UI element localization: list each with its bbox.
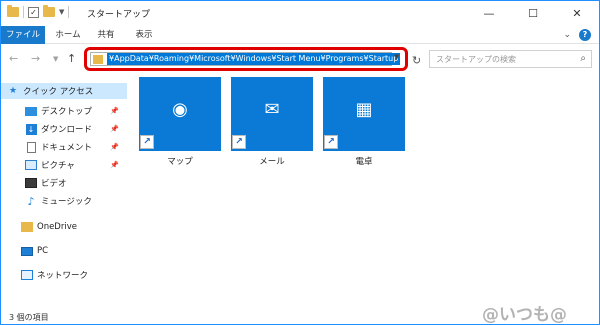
video-icon [25, 178, 37, 189]
ribbon-tabs: ファイル ホーム 共有 表示 ⌄ ? [1, 26, 599, 44]
sidebar-item-network[interactable]: ネットワーク [1, 267, 127, 283]
customize-toolbar-chevron-icon[interactable]: ▼ [59, 8, 64, 16]
sidebar-item-label: クイック アクセス [23, 87, 94, 97]
close-button[interactable]: ✕ [555, 1, 599, 26]
pin-icon[interactable]: 📌 [110, 107, 119, 115]
picture-icon [25, 160, 37, 171]
expand-ribbon-chevron-icon[interactable]: ⌄ [563, 30, 571, 40]
sidebar-item-pc[interactable]: PC [1, 243, 127, 259]
shortcut-arrow-icon: ↗ [232, 135, 246, 149]
sidebar-item-label: ドキュメント [41, 143, 93, 153]
sidebar-item-label: ミュージック [41, 197, 92, 207]
calculator-icon: ▦ [355, 99, 373, 120]
tile[interactable]: ◉ ↗ [139, 77, 221, 151]
pin-icon[interactable]: 📌 [110, 125, 119, 133]
file-name: メール [259, 157, 285, 167]
network-icon [21, 270, 33, 281]
sidebar-item-pictures[interactable]: ピクチャ 📌 [1, 157, 127, 173]
shortcut-arrow-icon: ↗ [324, 135, 338, 149]
search-placeholder: スタートアップの検索 [436, 55, 516, 64]
sidebar-item-quick-access[interactable]: ★ クイック アクセス [1, 83, 127, 99]
file-name: マップ [167, 157, 193, 167]
sidebar-item-desktop[interactable]: デスクトップ 📌 [1, 103, 127, 119]
search-icon: ⌕ [580, 53, 586, 64]
minimize-button[interactable]: — [467, 1, 511, 26]
file-list: ◉ ↗ マップ ✉ ↗ メール ▦ ↗ 電卓 [127, 74, 599, 304]
pc-icon [21, 246, 33, 257]
address-path-text[interactable]: ¥AppData¥Roaming¥Microsoft¥Windows¥Start… [107, 53, 401, 65]
item-count: 3 個の項目 [9, 313, 49, 322]
sidebar-item-onedrive[interactable]: OneDrive [1, 219, 127, 235]
onedrive-folder-icon [21, 222, 33, 233]
sidebar-item-downloads[interactable]: ↓ ダウンロード 📌 [1, 121, 127, 137]
navigation-pane: ★ クイック アクセス デスクトップ 📌 ↓ ダウンロード 📌 ドキュメント 📌… [1, 79, 127, 304]
back-arrow-icon[interactable]: ← [9, 52, 18, 65]
folder-icon [93, 55, 103, 64]
address-bar[interactable]: ¥AppData¥Roaming¥Microsoft¥Windows¥Start… [90, 52, 401, 66]
pin-icon[interactable]: 📌 [110, 161, 119, 169]
explorer-window: ✓ ▼ スタートアップ — ☐ ✕ ファイル ホーム 共有 表示 ⌄ ? ← →… [0, 0, 600, 325]
ribbon-controls: ⌄ ? [563, 29, 591, 41]
sidebar-item-label: ピクチャ [41, 161, 75, 171]
tab-file[interactable]: ファイル [1, 26, 45, 44]
tile[interactable]: ▦ ↗ [323, 77, 405, 151]
download-icon: ↓ [25, 123, 37, 135]
sidebar-item-label: OneDrive [37, 222, 77, 232]
shortcut-arrow-icon: ↗ [140, 135, 154, 149]
desktop-icon [25, 106, 37, 117]
sidebar-item-documents[interactable]: ドキュメント 📌 [1, 139, 127, 155]
refresh-icon[interactable]: ↻ [412, 54, 421, 67]
sidebar-item-label: ダウンロード [41, 125, 93, 135]
star-icon: ★ [8, 86, 18, 96]
sidebar-item-label: デスクトップ [41, 107, 93, 117]
window-controls: — ☐ ✕ [467, 1, 599, 26]
address-bar-highlight: ¥AppData¥Roaming¥Microsoft¥Windows¥Start… [84, 47, 408, 71]
map-pin-icon: ◉ [172, 99, 188, 120]
navigation-bar: ← → ▼ ↑ ¥AppData¥Roaming¥Microsoft¥Windo… [1, 44, 599, 74]
quick-access-toolbar: ✓ ▼ [7, 5, 70, 18]
sidebar-item-label: ネットワーク [37, 271, 89, 281]
watermark: @いつも@ [482, 305, 567, 325]
help-icon[interactable]: ? [579, 29, 591, 41]
recent-locations-chevron-icon[interactable]: ▼ [53, 55, 58, 63]
properties-icon[interactable]: ✓ [28, 6, 39, 18]
new-folder-icon[interactable] [43, 5, 55, 17]
title-bar: ✓ ▼ スタートアップ — ☐ ✕ [1, 1, 599, 26]
sidebar-item-music[interactable]: ♪ ミュージック [1, 193, 127, 209]
search-box[interactable]: スタートアップの検索 ⌕ [429, 50, 592, 68]
music-icon: ♪ [27, 194, 35, 208]
tab-view[interactable]: 表示 [129, 26, 159, 44]
sidebar-item-label: ビデオ [41, 179, 67, 189]
sidebar-item-label: PC [37, 246, 49, 256]
maximize-button[interactable]: ☐ [511, 1, 555, 26]
divider [23, 6, 24, 18]
sidebar-item-videos[interactable]: ビデオ [1, 175, 127, 191]
tab-home[interactable]: ホーム [51, 26, 85, 44]
up-arrow-icon[interactable]: ↑ [67, 52, 76, 65]
divider [68, 6, 70, 18]
document-icon [25, 141, 37, 153]
tab-share[interactable]: 共有 [91, 26, 121, 44]
folder-icon [7, 5, 19, 17]
pin-icon[interactable]: 📌 [110, 143, 119, 151]
tile[interactable]: ✉ ↗ [231, 77, 313, 151]
forward-arrow-icon[interactable]: → [31, 52, 40, 65]
file-name: 電卓 [355, 157, 373, 167]
window-title: スタートアップ [87, 10, 151, 20]
mail-icon: ✉ [264, 99, 280, 120]
address-history-chevron-icon[interactable]: ▼ [394, 53, 399, 61]
